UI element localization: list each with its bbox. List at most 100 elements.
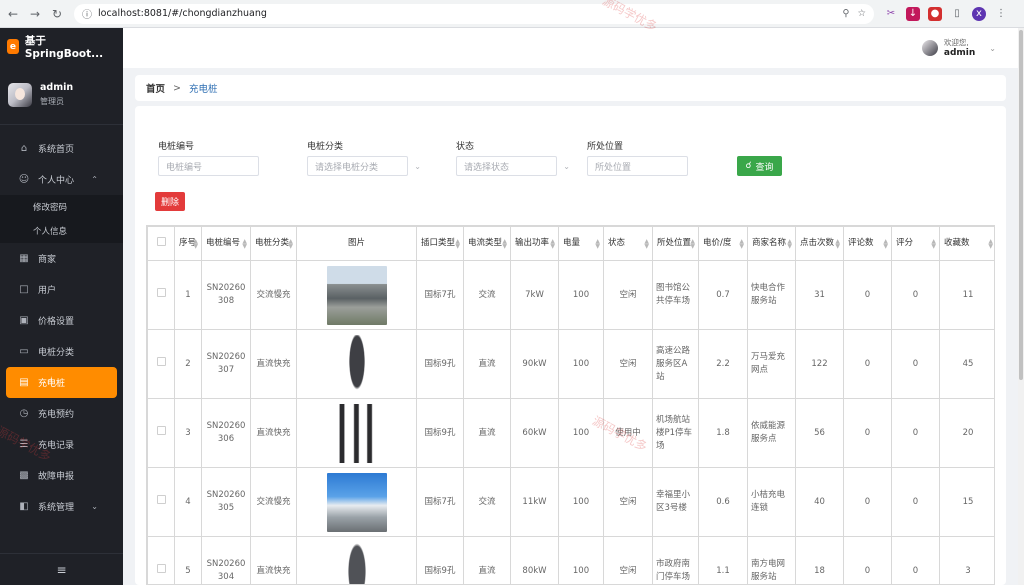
forward-icon[interactable]: → [26, 5, 44, 23]
browser-toolbar: ← → ↻ ⓘ localhost:8081/#/chongdianzhuang… [0, 0, 1024, 28]
sort-icon[interactable]: ▲ ▼ [787, 239, 792, 250]
sort-icon[interactable]: ▲ ▼ [288, 239, 293, 250]
sidebar-item-profile-center[interactable]: ☺ 个人中心 ⌃ [0, 164, 123, 195]
charger-image[interactable] [326, 541, 387, 584]
charger-category-select[interactable]: 请选择电桩分类 ⌄ [307, 156, 421, 176]
col-header[interactable]: 点击次数 ▲ ▼ [795, 226, 844, 261]
ext-red-icon[interactable]: ● [928, 6, 942, 21]
clock-icon: ◷ [19, 408, 29, 419]
col-header[interactable]: 电桩分类 ▲ ▼ [250, 226, 297, 261]
sidebar-item-charger-category[interactable]: ▭ 电桩分类 [0, 336, 123, 367]
table-row[interactable]: 1 SN20260308 交流慢充 国标7孔 交流 7kW 100 空闲 图书馆公共停车场 0.7… [147, 260, 994, 330]
back-icon[interactable]: ← [4, 5, 22, 23]
header-avatar[interactable] [921, 40, 938, 56]
query-button[interactable]: ☌ 查询 [737, 156, 782, 176]
col-header[interactable]: 电量 ▲ ▼ [558, 226, 604, 261]
user-panel: admin 管理员 [0, 65, 123, 125]
col-header[interactable]: 状态 ▲ ▼ [603, 226, 653, 261]
page-scrollbar[interactable] [1018, 28, 1024, 585]
sort-icon[interactable]: ▲ ▼ [242, 239, 247, 250]
col-header[interactable]: 收藏数 ▲ ▼ [939, 226, 994, 261]
sidebar-item-price-settings[interactable]: ▣ 价格设置 [0, 305, 123, 336]
sidebar-subitem-change-password[interactable]: 修改密码 [0, 195, 123, 219]
col-header[interactable]: 所处位置 ▲ ▼ [652, 226, 699, 261]
sort-icon[interactable]: ▲ ▼ [644, 239, 649, 250]
row-checkbox[interactable] [147, 536, 175, 584]
table-row[interactable]: 5 SN20260304 直流快充 国标9孔 直流 80kW 100 空闲 市政府南门停车场 1.… [147, 536, 994, 584]
chevron-down-icon: ⌄ [91, 502, 98, 511]
select-all-checkbox[interactable] [147, 226, 175, 261]
col-header[interactable]: 评分 ▲ ▼ [891, 226, 940, 261]
profile-icon[interactable]: x [972, 6, 986, 21]
welcome-text[interactable]: 欢迎您, admin [944, 38, 975, 58]
sidebar-item-fault-report[interactable]: ▩ 故障申报 [0, 460, 123, 491]
col-header[interactable]: 插口类型 ▲ ▼ [416, 226, 464, 261]
table-cell: 40 [795, 467, 844, 537]
sort-icon[interactable]: ▲ ▼ [739, 239, 744, 250]
download-ext-icon[interactable]: ↓ [906, 6, 920, 21]
row-checkbox[interactable] [147, 398, 175, 468]
table-row[interactable]: 4 SN20260305 交流慢充 国标7孔 交流 11kW 100 空闲 幸福里小区3号楼 0.… [147, 467, 994, 537]
sort-icon[interactable]: ▲ ▼ [931, 239, 936, 250]
sidebar-item-merchant[interactable]: ▦ 商家 [0, 243, 123, 274]
row-checkbox[interactable] [147, 329, 175, 399]
row-checkbox[interactable] [147, 467, 175, 537]
sort-icon[interactable]: ▲ ▼ [455, 239, 460, 250]
sort-icon[interactable]: ▲ ▼ [502, 239, 507, 250]
col-header[interactable]: 电桩编号 ▲ ▼ [201, 226, 251, 261]
table-row[interactable]: 2 SN20260307 直流快充 国标9孔 直流 90kW 100 空闲 高速公路服务区A站 2… [147, 329, 994, 399]
sidebar-item-label: 充电预约 [38, 410, 75, 420]
sidebar-item-charge-booking[interactable]: ◷ 充电预约 [0, 398, 123, 429]
sort-icon[interactable]: ▲ ▼ [595, 239, 600, 250]
sidebar-item-users[interactable]: □ 用户 [0, 274, 123, 305]
key-icon[interactable]: ⚲ [843, 8, 850, 19]
row-checkbox[interactable] [147, 260, 175, 330]
address-bar[interactable]: ⓘ localhost:8081/#/chongdianzhuang ⚲ ☆ [74, 3, 874, 24]
sidebar-item-charge-records[interactable]: ☰ 充电记录 [0, 429, 123, 460]
breadcrumb-home[interactable]: 首页 [146, 81, 165, 95]
col-header[interactable]: 序号 ▲ ▼ [174, 226, 202, 261]
charger-image-cell [296, 467, 417, 537]
table-cell: 0 [843, 260, 892, 330]
status-select[interactable]: 请选择状态 ⌄ [456, 156, 570, 176]
chevron-down-icon[interactable]: ⌄ [989, 44, 996, 53]
col-header[interactable]: 电价/度 ▲ ▼ [698, 226, 748, 261]
col-header[interactable]: 商家名称 ▲ ▼ [747, 226, 796, 261]
sidebar-item-system-management[interactable]: ◧ 系统管理 ⌄ [0, 491, 123, 522]
sidebar-item-charger[interactable]: ▤ 充电桩 [6, 367, 117, 398]
col-header[interactable]: 输出功率 ▲ ▼ [510, 226, 559, 261]
sort-icon[interactable]: ▲ ▼ [988, 239, 993, 250]
table-cell: 11kW [510, 467, 559, 537]
image-icon: ▣ [19, 315, 29, 326]
more-icon[interactable]: ⋮ [994, 7, 1008, 21]
table-cell: 15 [939, 467, 994, 537]
charger-image[interactable] [326, 403, 387, 463]
bookmark-star-icon[interactable]: ☆ [857, 8, 866, 19]
charger-image[interactable] [326, 334, 387, 394]
charger-code-input[interactable]: 电桩编号 [158, 156, 259, 176]
puzzle-icon[interactable]: ▯ [950, 7, 964, 21]
scissors-icon[interactable]: ✂ [884, 7, 898, 21]
sidebar-item-home[interactable]: ⌂ 系统首页 [0, 133, 123, 164]
sort-icon[interactable]: ▲ ▼ [835, 239, 840, 250]
site-info-icon[interactable]: ⓘ [82, 6, 92, 21]
sidebar-item-label: 充电记录 [38, 441, 75, 451]
url-text: localhost:8081/#/chongdianzhuang [98, 8, 267, 19]
sort-icon[interactable]: ▲ ▼ [883, 239, 888, 250]
charger-image[interactable] [326, 472, 387, 532]
sort-icon[interactable]: ▲ ▼ [193, 239, 198, 250]
sort-icon[interactable]: ▲ ▼ [550, 239, 555, 250]
scrollbar-thumb[interactable] [1019, 30, 1023, 380]
collapse-menu-icon[interactable]: ≡ [0, 553, 123, 585]
settings-icon: ◧ [19, 501, 29, 512]
delete-button[interactable]: 删除 [155, 192, 185, 211]
location-input[interactable]: 所处位置 [587, 156, 688, 176]
table-row[interactable]: 3 SN20260306 直流快充 国标9孔 直流 60kW 100 使用中 机场航站楼P1停车… [147, 398, 994, 468]
charger-image[interactable] [326, 265, 387, 325]
col-header[interactable]: 电流类型 ▲ ▼ [463, 226, 511, 261]
col-header[interactable]: 评论数 ▲ ▼ [843, 226, 892, 261]
top-header: 欢迎您, admin ⌄ [123, 28, 1018, 68]
reload-icon[interactable]: ↻ [48, 5, 66, 23]
sort-icon[interactable]: ▲ ▼ [690, 239, 695, 250]
sidebar-subitem-personal-info[interactable]: 个人信息 [0, 219, 123, 243]
